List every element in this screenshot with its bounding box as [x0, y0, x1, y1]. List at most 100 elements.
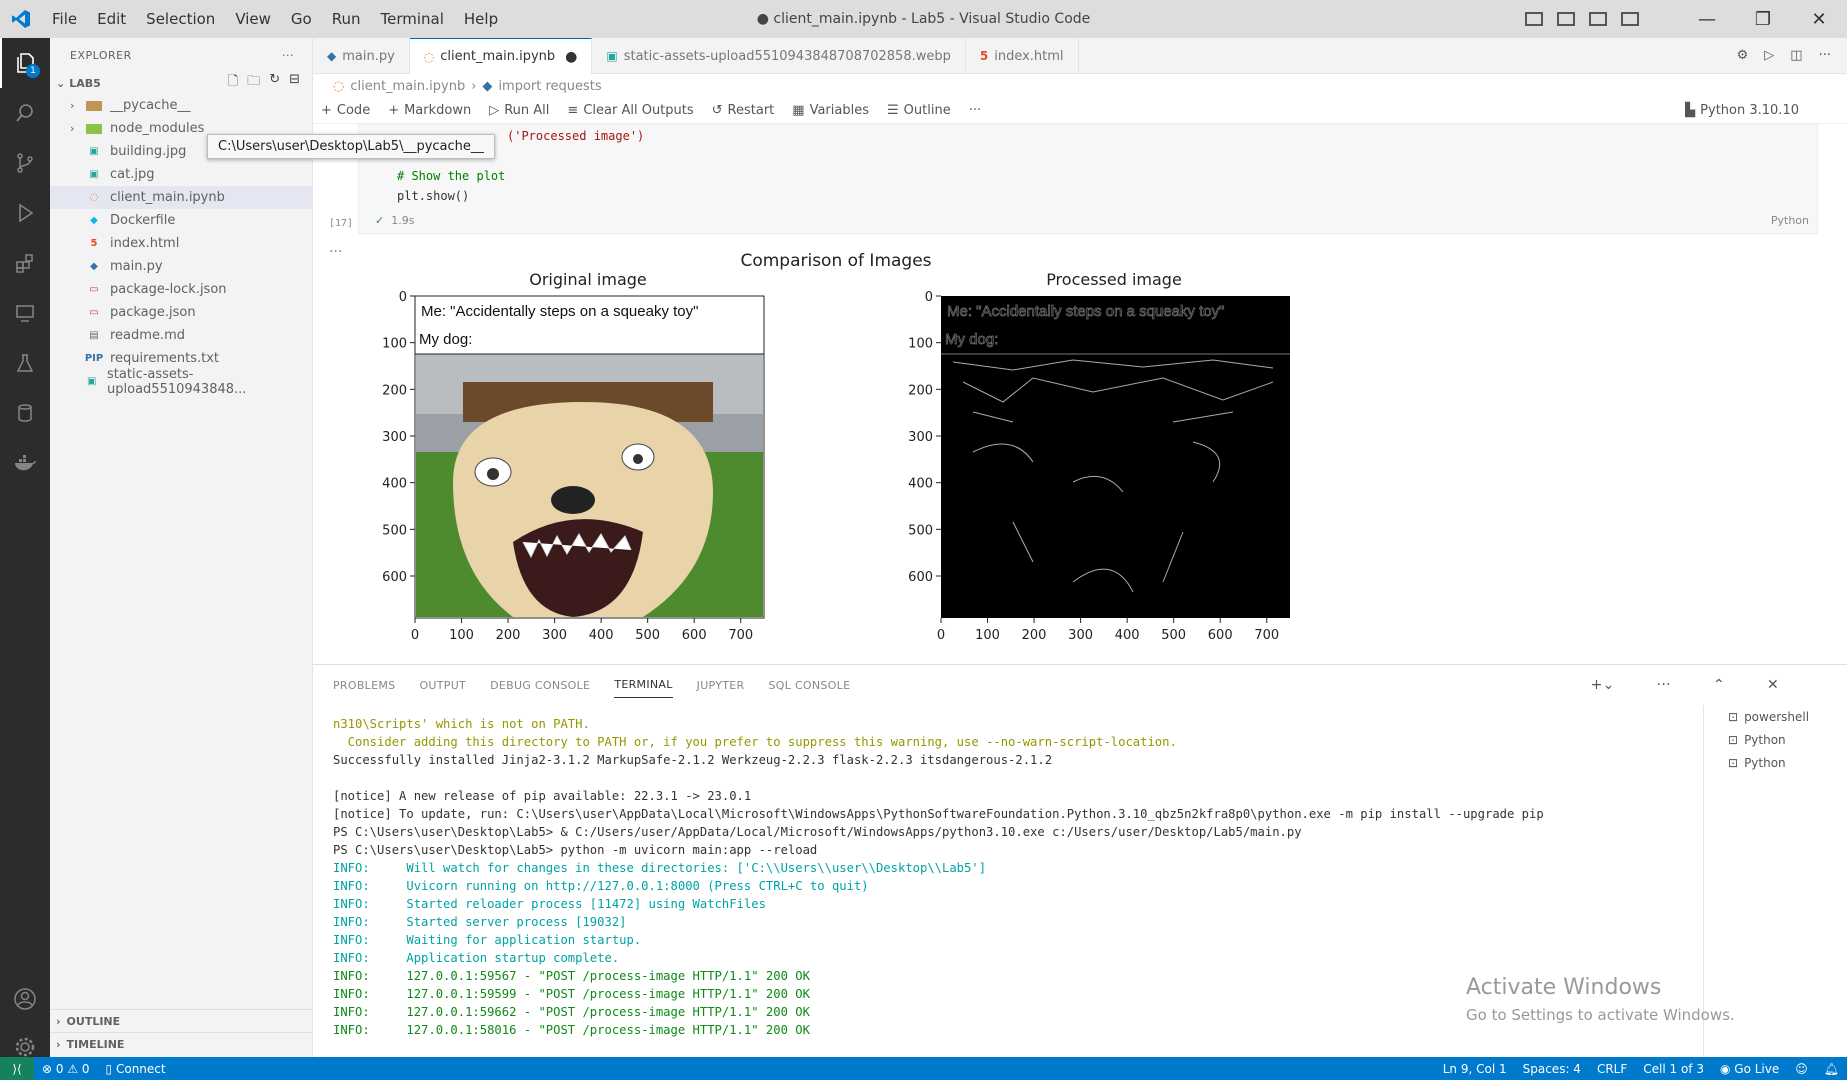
toolbar-more-button[interactable]: ··· — [969, 103, 981, 118]
menu-view[interactable]: View — [225, 0, 281, 38]
kernel-picker[interactable]: ▙ Python 3.10.10 — [1685, 103, 1829, 118]
file-name: cat.jpg — [110, 167, 155, 182]
outline-button[interactable]: ☰ Outline — [887, 103, 951, 118]
file-tree-item[interactable]: ▭ package.json — [50, 301, 312, 324]
file-tree-item[interactable]: › ▬ __pycache__ — [50, 94, 312, 117]
meme-caption-line1: Me: "Accidentally steps on a squeaky toy… — [421, 303, 698, 320]
menu-edit[interactable]: Edit — [87, 0, 136, 38]
file-tree-item[interactable]: ▤ readme.md — [50, 324, 312, 347]
timeline-section[interactable]: › TIMELINE — [50, 1032, 313, 1055]
tab-output[interactable]: OUTPUT — [419, 673, 466, 698]
new-terminal-icon[interactable]: +⌄ — [1591, 671, 1615, 699]
file-tree-item[interactable]: ◆ Dockerfile — [50, 209, 312, 232]
tab-client-main-ipynb[interactable]: ◌ client_main.ipynb ● — [409, 38, 593, 74]
tab-index-html[interactable]: 5 index.html — [966, 38, 1079, 74]
terminal-item-python[interactable]: ⊡ Python — [1704, 728, 1847, 751]
file-tree-item[interactable]: ▣ static-assets-upload5510943848... — [50, 367, 312, 397]
new-file-icon[interactable]: 🗋 — [228, 72, 238, 94]
tab-terminal[interactable]: TERMINAL — [614, 672, 673, 698]
maximize-button[interactable]: ❐ — [1735, 9, 1791, 30]
feedback-icon[interactable]: ☺ — [1787, 1062, 1816, 1076]
line-endings[interactable]: CRLF — [1589, 1062, 1635, 1076]
cell-indicator[interactable]: Cell 1 of 3 — [1635, 1062, 1712, 1076]
remote-explorer-icon[interactable] — [0, 288, 50, 338]
run-icon[interactable]: ▷ — [1764, 48, 1774, 63]
refresh-icon[interactable]: ↻ — [269, 72, 280, 94]
menu-file[interactable]: File — [42, 0, 87, 38]
new-folder-icon[interactable]: 🗀 — [247, 72, 260, 94]
add-markdown-button[interactable]: + Markdown — [388, 103, 471, 118]
run-all-button[interactable]: ▷ Run All — [489, 103, 549, 118]
image-file-icon: ▣ — [89, 146, 99, 157]
cursor-position[interactable]: Ln 9, Col 1 — [1435, 1062, 1515, 1076]
outline-section[interactable]: › OUTLINE — [50, 1009, 313, 1032]
source-control-icon[interactable] — [0, 138, 50, 188]
tab-debug-console[interactable]: DEBUG CONSOLE — [490, 673, 590, 698]
more-actions-icon[interactable]: ··· — [1657, 671, 1671, 699]
variables-button[interactable]: ▦ Variables — [792, 103, 869, 118]
menu-go[interactable]: Go — [281, 0, 322, 38]
tab-static-assets-webp[interactable]: ▣ static-assets-upload5510943848708702858… — [592, 38, 966, 74]
file-tree-item[interactable]: 5 index.html — [50, 232, 312, 255]
remote-indicator-icon[interactable]: ⟩⟨ — [0, 1057, 34, 1080]
tab-jupyter[interactable]: JUPYTER — [697, 673, 745, 698]
toggle-secondary-sidebar-icon[interactable] — [1589, 12, 1607, 26]
file-name: index.html — [110, 236, 180, 251]
terminal-item-python[interactable]: ⊡ Python — [1704, 751, 1847, 774]
code-cell[interactable]: ('Processed image') # Show the plot plt.… — [358, 124, 1818, 234]
file-tree-item[interactable]: ▣ cat.jpg — [50, 163, 312, 186]
modified-dot-icon[interactable]: ● — [565, 49, 577, 65]
customize-layout-icon[interactable] — [1621, 12, 1639, 26]
tab-sql-console[interactable]: SQL CONSOLE — [768, 673, 850, 698]
split-editor-icon[interactable]: ◫ — [1790, 48, 1802, 63]
breadcrumb: ◌ client_main.ipynb › ◆ import requests — [313, 74, 1847, 98]
more-actions-icon[interactable]: ··· — [1819, 48, 1831, 63]
account-icon[interactable] — [0, 974, 50, 1024]
run-debug-icon[interactable] — [0, 188, 50, 238]
database-icon[interactable] — [0, 388, 50, 438]
breadcrumb-symbol[interactable]: import requests — [498, 79, 601, 94]
close-panel-icon[interactable]: ✕ — [1767, 671, 1779, 699]
cell-language[interactable]: Python — [1771, 214, 1809, 227]
tab-main-py[interactable]: ◆ main.py — [313, 38, 410, 74]
menu-terminal[interactable]: Terminal — [371, 0, 454, 38]
search-icon[interactable] — [0, 88, 50, 138]
toggle-primary-sidebar-icon[interactable] — [1525, 12, 1543, 26]
terminal-line: PS C:\Users\user\Desktop\Lab5> python -m… — [333, 843, 818, 857]
menu-selection[interactable]: Selection — [136, 0, 225, 38]
toggle-panel-icon[interactable] — [1557, 12, 1575, 26]
collapse-all-icon[interactable]: ⊟ — [289, 72, 300, 94]
tab-problems[interactable]: PROBLEMS — [333, 673, 395, 698]
file-tree-item[interactable]: ▭ package-lock.json — [50, 278, 312, 301]
add-code-button[interactable]: + Code — [321, 103, 370, 118]
menu-run[interactable]: Run — [322, 0, 371, 38]
settings-gear-icon[interactable]: ⚙ — [1737, 48, 1749, 63]
explorer-icon[interactable]: 1 — [0, 38, 50, 88]
terminal-item-powershell[interactable]: ⊡ powershell — [1704, 705, 1847, 728]
maximize-panel-icon[interactable]: ⌃ — [1713, 671, 1725, 699]
file-tree-item[interactable]: ◆ main.py — [50, 255, 312, 278]
folder-file-icon: ▬ — [86, 100, 102, 111]
file-tree-item[interactable]: ◌ client_main.ipynb — [50, 186, 312, 209]
md-file-icon: ▤ — [89, 330, 99, 341]
docker-icon[interactable] — [0, 438, 50, 488]
terminal-line: [notice] A new release of pip available:… — [333, 789, 752, 803]
notifications-bell-icon[interactable]: 🔔︎ — [1816, 1062, 1847, 1076]
connect-status[interactable]: ▯ Connect — [98, 1062, 174, 1076]
restart-button[interactable]: ↺ Restart — [712, 103, 775, 118]
close-button[interactable]: ✕ — [1791, 9, 1847, 30]
terminal-icon: ⊡ — [1728, 732, 1739, 747]
go-live-button[interactable]: ◉ Go Live — [1712, 1062, 1787, 1076]
problems-status[interactable]: ⊗ 0 ⚠ 0 — [34, 1062, 98, 1076]
extensions-icon[interactable] — [0, 238, 50, 288]
clear-outputs-button[interactable]: ≡ Clear All Outputs — [567, 103, 693, 118]
minimize-button[interactable]: — — [1679, 9, 1735, 30]
add-code-label: Code — [336, 103, 371, 118]
folder-section-header[interactable]: ⌄ LAB5 🗋 🗀 ↻ ⊟ — [50, 72, 312, 94]
testing-icon[interactable] — [0, 338, 50, 388]
menu-help[interactable]: Help — [454, 0, 508, 38]
more-actions-icon[interactable]: ··· — [282, 49, 294, 62]
json-file-icon: ▭ — [89, 284, 99, 295]
indentation[interactable]: Spaces: 4 — [1515, 1062, 1589, 1076]
breadcrumb-file[interactable]: client_main.ipynb — [350, 79, 465, 94]
